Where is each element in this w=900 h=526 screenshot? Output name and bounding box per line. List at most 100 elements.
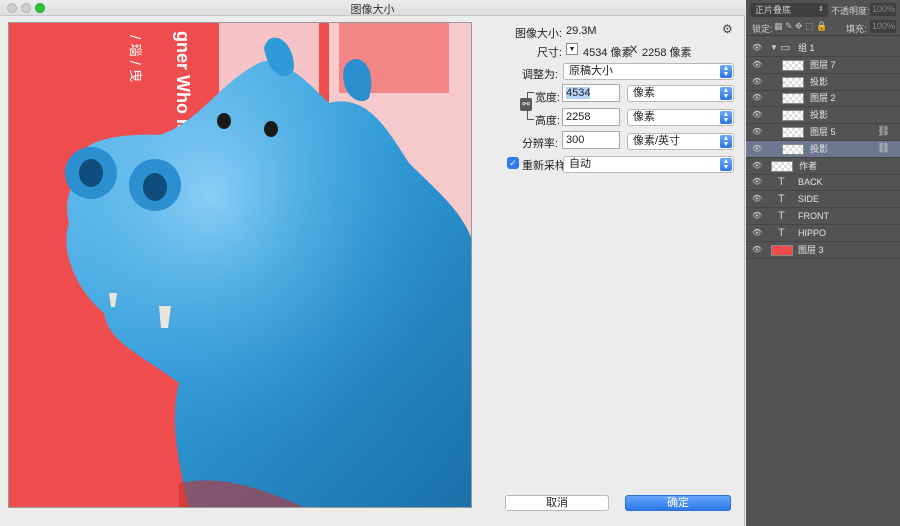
ok-button[interactable]: 确定 [625, 495, 731, 511]
layer-name: 图层 2 [810, 93, 836, 104]
width-unit-value: 像素 [633, 87, 655, 99]
width-unit-select[interactable]: 像素 ▲ ▼ [627, 85, 734, 102]
fit-to-select[interactable]: 原稿大小 ▲ ▼ [563, 63, 734, 80]
layer-name: 投影 [810, 143, 829, 154]
image-preview[interactable]: gner Who Is Sir / 瑙 / 曳 [8, 22, 472, 508]
resolution-unit-value: 像素/英寸 [633, 135, 681, 147]
resample-label: 重新采样: [522, 160, 570, 172]
eye-icon[interactable]: 👁 [752, 225, 762, 241]
window-title: 图像大小 [350, 4, 395, 16]
height-label: 高度: [534, 115, 560, 127]
chevron-updown-icon: ▲ ▼ [720, 65, 732, 78]
layer-thumbnail [782, 143, 804, 155]
eye-icon[interactable]: 👁 [752, 174, 762, 190]
eye-icon[interactable]: 👁 [752, 158, 762, 174]
layer-row[interactable]: 👁 T SIDE [746, 191, 900, 209]
eye-icon[interactable]: 👁 [752, 74, 762, 90]
fill-field[interactable]: 100% [870, 20, 896, 33]
layer-name: 图层 7 [810, 59, 836, 70]
dimensions-width-value: 4534 像素 [583, 47, 633, 59]
dimensions-height-value: 2258 像素 [642, 47, 692, 59]
layer-thumbnail [771, 160, 793, 172]
layer-name: 组 1 [798, 43, 815, 53]
height-input[interactable]: 2258 [562, 108, 620, 126]
text-layer-icon: T [778, 193, 785, 206]
fit-to-value: 原稿大小 [569, 65, 613, 77]
layer-row[interactable]: 👁 投影 [746, 107, 900, 125]
eye-icon[interactable]: 👁 [752, 107, 762, 123]
preview-vertical-cn-text: / 瑙 / 曳 [127, 35, 142, 82]
chevron-updown-icon: ▲ ▼ [720, 158, 732, 171]
layer-thumbnail [782, 127, 804, 138]
eye-icon[interactable]: 👁 [752, 141, 762, 157]
eye-icon[interactable]: 👁 [752, 208, 762, 224]
layer-thumbnail [782, 93, 804, 105]
text-layer-icon: T [778, 176, 785, 189]
layer-row[interactable]: 👁 投影 ⛓ [746, 140, 900, 158]
fit-to-label: 调整为: [521, 69, 558, 81]
layer-row[interactable]: 👁 图层 7 [746, 57, 900, 74]
resample-checkbox[interactable]: ✓ [507, 157, 519, 169]
width-label: 宽度: [534, 92, 560, 104]
layer-row[interactable]: 👁 T HIPPO [746, 225, 900, 242]
eye-icon[interactable]: 👁 [752, 124, 762, 140]
layer-name: BACK [798, 177, 823, 188]
height-unit-select[interactable]: 像素 ▲ ▼ [627, 109, 734, 126]
chevron-updown-icon: ▲ ▼ [720, 135, 732, 148]
eye-icon[interactable]: 👁 [752, 242, 762, 258]
layer-name: 投影 [810, 110, 829, 121]
eye-icon[interactable]: 👁 [752, 191, 762, 207]
chevron-updown-icon: ▲ ▼ [720, 87, 732, 100]
text-layer-icon: T [778, 226, 785, 239]
lock-pixels-icon[interactable]: ▦ ✎ ✥ ⬚ 🔒 [774, 21, 827, 32]
layer-row[interactable]: 👁 图层 3 [746, 242, 900, 259]
blend-mode-select[interactable]: 正片叠底 ⇕ [750, 3, 828, 17]
dimensions-label: 尺寸: [536, 47, 562, 59]
resolution-label: 分辨率: [521, 138, 558, 150]
dimensions-unit-dropdown-icon[interactable]: ▼ [566, 43, 578, 55]
layers-panel-header: 正片叠底 ⇕ 不透明度: 100% 锁定: ▦ ✎ ✥ ⬚ 🔒 填充: 100% [746, 0, 900, 36]
layer-name: FRONT [798, 211, 829, 221]
layer-row[interactable]: 👁 作者 [746, 158, 900, 175]
layer-row[interactable]: 👁 图层 5 ⛓ [746, 124, 900, 141]
width-input[interactable]: 4534 [562, 84, 620, 102]
resolution-input-value: 300 [566, 134, 585, 146]
layer-row[interactable]: 👁 ▼ ▭ 组 1 [746, 40, 900, 57]
eye-icon[interactable]: 👁 [752, 40, 762, 56]
layer-row[interactable]: 👁 T BACK [746, 174, 900, 192]
layer-name: 作者 [799, 160, 818, 171]
fill-label: 填充: [846, 24, 867, 34]
layers-panel: 正片叠底 ⇕ 不透明度: 100% 锁定: ▦ ✎ ✥ ⬚ 🔒 填充: 100% … [746, 0, 900, 526]
preview-artwork: gner Who Is Sir / 瑙 / 曳 [9, 23, 471, 507]
title-bar: 图像大小 [0, 0, 745, 16]
height-input-value: 2258 [566, 111, 591, 123]
disclosure-triangle-icon[interactable]: ▼ [770, 40, 778, 56]
eye-icon[interactable]: 👁 [752, 90, 762, 106]
chevron-updown-icon: ⇕ [818, 6, 824, 13]
resolution-unit-select[interactable]: 像素/英寸 ▲ ▼ [627, 133, 734, 150]
text-layer-icon: T [778, 210, 785, 222]
resolution-input[interactable]: 300 [562, 131, 620, 149]
opacity-field[interactable]: 100% [870, 3, 896, 16]
image-size-label: 图像大小: [514, 28, 562, 40]
layer-name: 投影 [810, 76, 829, 87]
blend-mode-value: 正片叠底 [755, 5, 792, 15]
height-unit-value: 像素 [633, 111, 655, 123]
layer-thumbnail [771, 244, 793, 256]
layer-thumbnail [782, 76, 804, 88]
layer-row[interactable]: 👁 T FRONT [746, 208, 900, 225]
dimensions-times: X [630, 44, 638, 56]
settings-gear-icon[interactable]: ⚙ [722, 22, 733, 36]
resample-method-select[interactable]: 自动 ▲ ▼ [563, 156, 734, 173]
opacity-label: 不透明度: [831, 6, 870, 16]
layer-name: HIPPO [798, 227, 827, 238]
cancel-button[interactable]: 取消 [505, 495, 609, 511]
eye-icon[interactable]: 👁 [752, 57, 762, 73]
lock-label: 锁定: [752, 24, 773, 34]
layer-thumbnail [782, 110, 804, 122]
layer-row[interactable]: 👁 投影 [746, 74, 900, 91]
chevron-updown-icon: ▲ ▼ [720, 111, 732, 124]
layer-name: SIDE [798, 194, 820, 205]
layer-thumbnail [782, 59, 804, 71]
layer-row[interactable]: 👁 图层 2 [746, 90, 900, 108]
